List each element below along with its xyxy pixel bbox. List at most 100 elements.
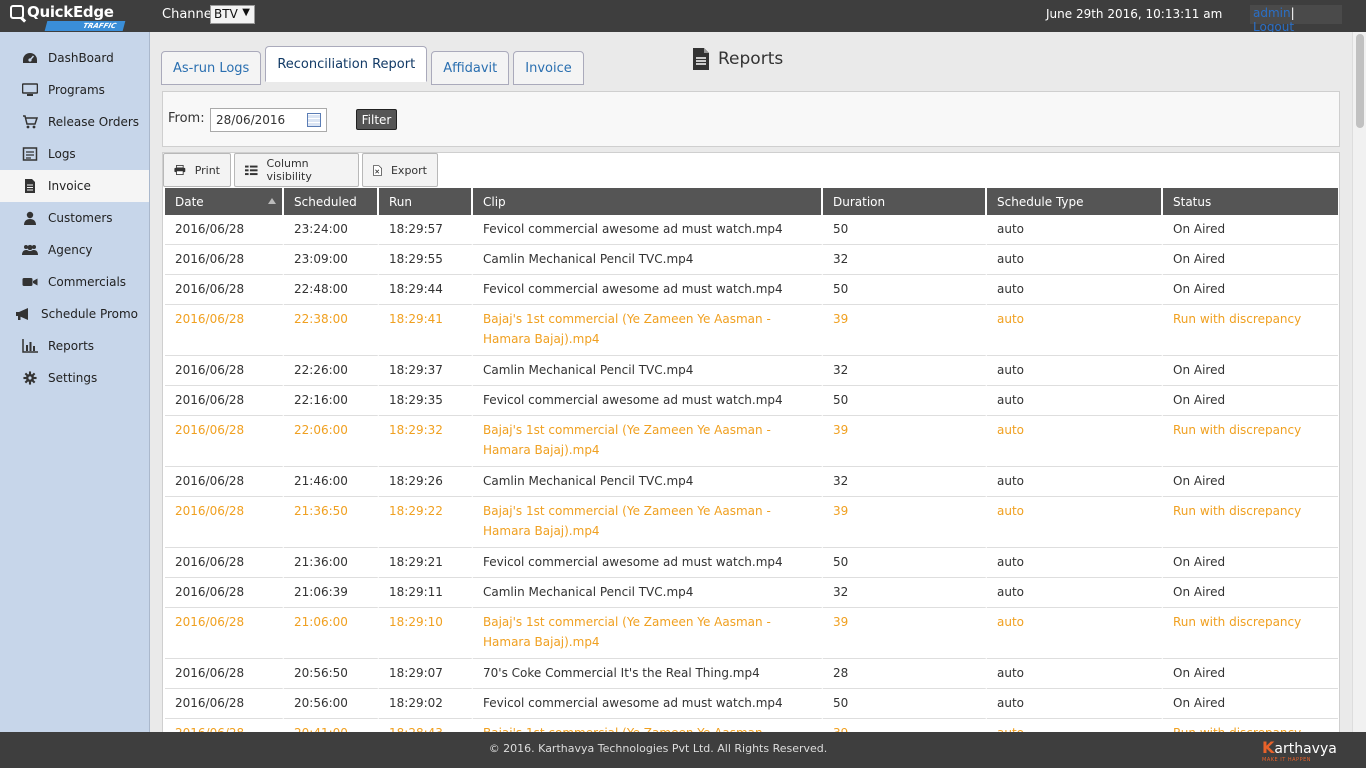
cell-clip: Bajaj's 1st commercial (Ye Zameen Ye Aas… bbox=[473, 305, 823, 356]
sidebar-item-label: Schedule Promo bbox=[41, 307, 139, 321]
cell-run: 18:29:41 bbox=[379, 305, 473, 356]
cell-scheduled: 22:26:00 bbox=[284, 356, 379, 386]
calendar-icon[interactable] bbox=[307, 113, 321, 127]
channel-select[interactable]: BTV ▼ bbox=[210, 5, 255, 24]
sidebar-item-agency[interactable]: Agency bbox=[0, 234, 149, 266]
cart-icon bbox=[21, 114, 39, 130]
scrollbar-thumb[interactable] bbox=[1356, 34, 1364, 128]
cell-clip: Bajaj's 1st commercial (Ye Zameen Ye Aas… bbox=[473, 497, 823, 548]
table-row[interactable]: 2016/06/28 22:06:00 18:29:32 Bajaj's 1st co… bbox=[165, 416, 1338, 467]
cell-duration: 39 bbox=[823, 305, 987, 356]
separator: | bbox=[1290, 6, 1295, 20]
table-row[interactable]: 2016/06/28 22:26:00 18:29:37 Camlin Mechani… bbox=[165, 356, 1338, 386]
reconciliation-table: Date Scheduled Run Clip Duration Schedul… bbox=[165, 188, 1338, 732]
channel-label: Channel bbox=[162, 7, 216, 22]
cell-date: 2016/06/28 bbox=[165, 356, 284, 386]
cell-duration: 32 bbox=[823, 245, 987, 275]
table-row[interactable]: 2016/06/28 23:09:00 18:29:55 Camlin Mechani… bbox=[165, 245, 1338, 275]
monitor-icon bbox=[21, 82, 39, 98]
table-row[interactable]: 2016/06/28 20:56:00 18:29:02 Fevicol commer… bbox=[165, 689, 1338, 719]
table-row[interactable]: 2016/06/28 23:24:00 18:29:57 Fevicol commer… bbox=[165, 215, 1338, 245]
brand-tagline: MAKE IT HAPPEN bbox=[1262, 757, 1311, 763]
table-row[interactable]: 2016/06/28 22:48:00 18:29:44 Fevicol commer… bbox=[165, 275, 1338, 305]
column-header-scheduled[interactable]: Scheduled bbox=[284, 188, 379, 215]
table-row[interactable]: 2016/06/28 22:38:00 18:29:41 Bajaj's 1st co… bbox=[165, 305, 1338, 356]
cell-run: 18:28:43 bbox=[379, 719, 473, 732]
table-row[interactable]: 2016/06/28 22:16:00 18:29:35 Fevicol commer… bbox=[165, 386, 1338, 416]
cell-duration: 50 bbox=[823, 386, 987, 416]
export-button[interactable]: Export bbox=[362, 153, 438, 187]
cell-status: Run with discrepancy bbox=[1163, 719, 1338, 732]
sidebar-item-dashboard[interactable]: DashBoard bbox=[0, 42, 149, 74]
copyright-text: © 2016. Karthavya Technologies Pvt Ltd. … bbox=[488, 742, 828, 755]
column-header-status[interactable]: Status bbox=[1163, 188, 1338, 215]
print-label: Print bbox=[194, 163, 220, 177]
sidebar-item-logs[interactable]: Logs bbox=[0, 138, 149, 170]
sidebar-item-schedule-promo[interactable]: Schedule Promo bbox=[0, 298, 149, 330]
column-header-date[interactable]: Date bbox=[165, 188, 284, 215]
cell-date: 2016/06/28 bbox=[165, 245, 284, 275]
cell-schedule-type: auto bbox=[987, 608, 1163, 659]
cell-schedule-type: auto bbox=[987, 497, 1163, 548]
cell-duration: 28 bbox=[823, 659, 987, 689]
cell-duration: 39 bbox=[823, 608, 987, 659]
user-link[interactable]: admin bbox=[1253, 6, 1291, 20]
app-logo[interactable]: QuickEdge TRAFFIC bbox=[10, 3, 140, 31]
cell-schedule-type: auto bbox=[987, 689, 1163, 719]
cell-run: 18:29:37 bbox=[379, 356, 473, 386]
tab-reconciliation-report[interactable]: Reconciliation Report bbox=[265, 46, 428, 82]
table-row[interactable]: 2016/06/28 21:06:00 18:29:10 Bajaj's 1st co… bbox=[165, 608, 1338, 659]
table-row[interactable]: 2016/06/28 21:36:50 18:29:22 Bajaj's 1st co… bbox=[165, 497, 1338, 548]
cell-clip: Camlin Mechanical Pencil TVC.mp4 bbox=[473, 578, 823, 608]
table-row[interactable]: 2016/06/28 20:56:50 18:29:07 70's Coke Comm… bbox=[165, 659, 1338, 689]
sidebar-item-release-orders[interactable]: Release Orders bbox=[0, 106, 149, 138]
from-date-input[interactable]: 28/06/2016 bbox=[210, 108, 327, 132]
print-button[interactable]: Print bbox=[163, 153, 231, 187]
table-row[interactable]: 2016/06/2820:41:0018:28:43Bajaj's 1st co… bbox=[165, 719, 1338, 732]
sidebar-item-label: Commercials bbox=[48, 275, 127, 289]
cell-schedule-type: auto bbox=[987, 215, 1163, 245]
sidebar-item-invoice[interactable]: Invoice bbox=[0, 170, 149, 202]
tab-invoice[interactable]: Invoice bbox=[513, 51, 584, 85]
cell-date: 2016/06/28 bbox=[165, 719, 284, 732]
footer: © 2016. Karthavya Technologies Pvt Ltd. … bbox=[0, 732, 1366, 768]
table-row[interactable]: 2016/06/28 21:06:39 18:29:11 Camlin Mechani… bbox=[165, 578, 1338, 608]
cell-date: 2016/06/28 bbox=[165, 467, 284, 497]
page-scrollbar[interactable] bbox=[1352, 32, 1366, 732]
cell-clip: Fevicol commercial awesome ad must watch… bbox=[473, 386, 823, 416]
cell-status: Run with discrepancy bbox=[1163, 305, 1338, 356]
cell-date: 2016/06/28 bbox=[165, 215, 284, 245]
table-header-row: Date Scheduled Run Clip Duration Schedul… bbox=[165, 188, 1338, 215]
filter-button[interactable]: Filter bbox=[356, 109, 397, 130]
sidebar-item-settings[interactable]: Settings bbox=[0, 362, 149, 394]
cell-duration: 39 bbox=[823, 416, 987, 467]
cell-clip: Fevicol commercial awesome ad must watch… bbox=[473, 689, 823, 719]
cell-clip: Camlin Mechanical Pencil TVC.mp4 bbox=[473, 245, 823, 275]
column-header-clip[interactable]: Clip bbox=[473, 188, 823, 215]
column-visibility-button[interactable]: Column visibility bbox=[234, 153, 359, 187]
cell-date: 2016/06/28 bbox=[165, 659, 284, 689]
cell-duration: 32 bbox=[823, 356, 987, 386]
column-header-schedule-type[interactable]: Schedule Type bbox=[987, 188, 1163, 215]
cell-schedule-type: auto bbox=[987, 578, 1163, 608]
cell-duration: 50 bbox=[823, 548, 987, 578]
tab-affidavit[interactable]: Affidavit bbox=[431, 51, 510, 85]
cell-scheduled: 20:41:00 bbox=[284, 719, 379, 732]
sidebar-item-reports[interactable]: Reports bbox=[0, 330, 149, 362]
table-row[interactable]: 2016/06/28 21:36:00 18:29:21 Fevicol commer… bbox=[165, 548, 1338, 578]
sidebar-item-label: Programs bbox=[48, 83, 105, 97]
dashboard-icon bbox=[21, 50, 39, 66]
column-header-run[interactable]: Run bbox=[379, 188, 473, 215]
cell-scheduled: 23:24:00 bbox=[284, 215, 379, 245]
cell-run: 18:29:22 bbox=[379, 497, 473, 548]
tab-as-run-logs[interactable]: As-run Logs bbox=[161, 51, 262, 85]
cell-status: On Aired bbox=[1163, 659, 1338, 689]
sidebar-item-customers[interactable]: Customers bbox=[0, 202, 149, 234]
sidebar-item-commercials[interactable]: Commercials bbox=[0, 266, 149, 298]
table-row[interactable]: 2016/06/28 21:46:00 18:29:26 Camlin Mechani… bbox=[165, 467, 1338, 497]
chevron-down-icon: ▼ bbox=[242, 7, 250, 18]
column-header-duration[interactable]: Duration bbox=[823, 188, 987, 215]
sidebar-item-label: Logs bbox=[48, 147, 76, 161]
sidebar-item-programs[interactable]: Programs bbox=[0, 74, 149, 106]
cell-scheduled: 22:16:00 bbox=[284, 386, 379, 416]
